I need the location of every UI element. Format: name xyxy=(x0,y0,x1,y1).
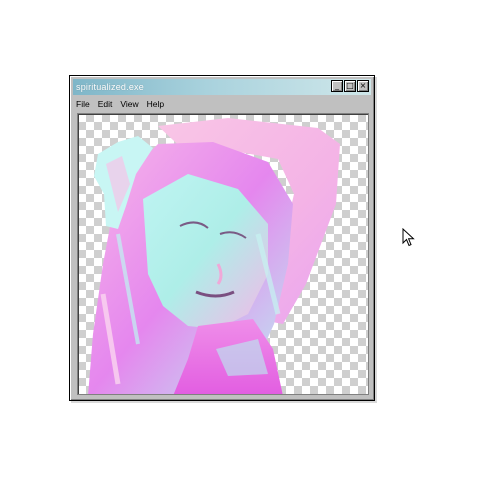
menu-help[interactable]: Help xyxy=(147,99,164,109)
menu-edit[interactable]: Edit xyxy=(98,99,113,109)
image-canvas xyxy=(77,113,369,395)
window-controls: _ □ × xyxy=(331,80,369,92)
title-bar[interactable]: spiritualized.exe _ □ × xyxy=(73,79,371,95)
close-button[interactable]: × xyxy=(357,80,369,92)
minimize-button[interactable]: _ xyxy=(331,80,343,92)
portrait-image xyxy=(88,118,340,394)
maximize-button[interactable]: □ xyxy=(344,80,356,92)
arrow-cursor-icon xyxy=(402,228,415,247)
window-title: spiritualized.exe xyxy=(76,82,144,92)
menu-file[interactable]: File xyxy=(76,99,90,109)
menu-bar: File Edit View Help xyxy=(76,97,164,111)
app-window: spiritualized.exe _ □ × File Edit View H… xyxy=(69,75,375,401)
menu-view[interactable]: View xyxy=(120,99,138,109)
